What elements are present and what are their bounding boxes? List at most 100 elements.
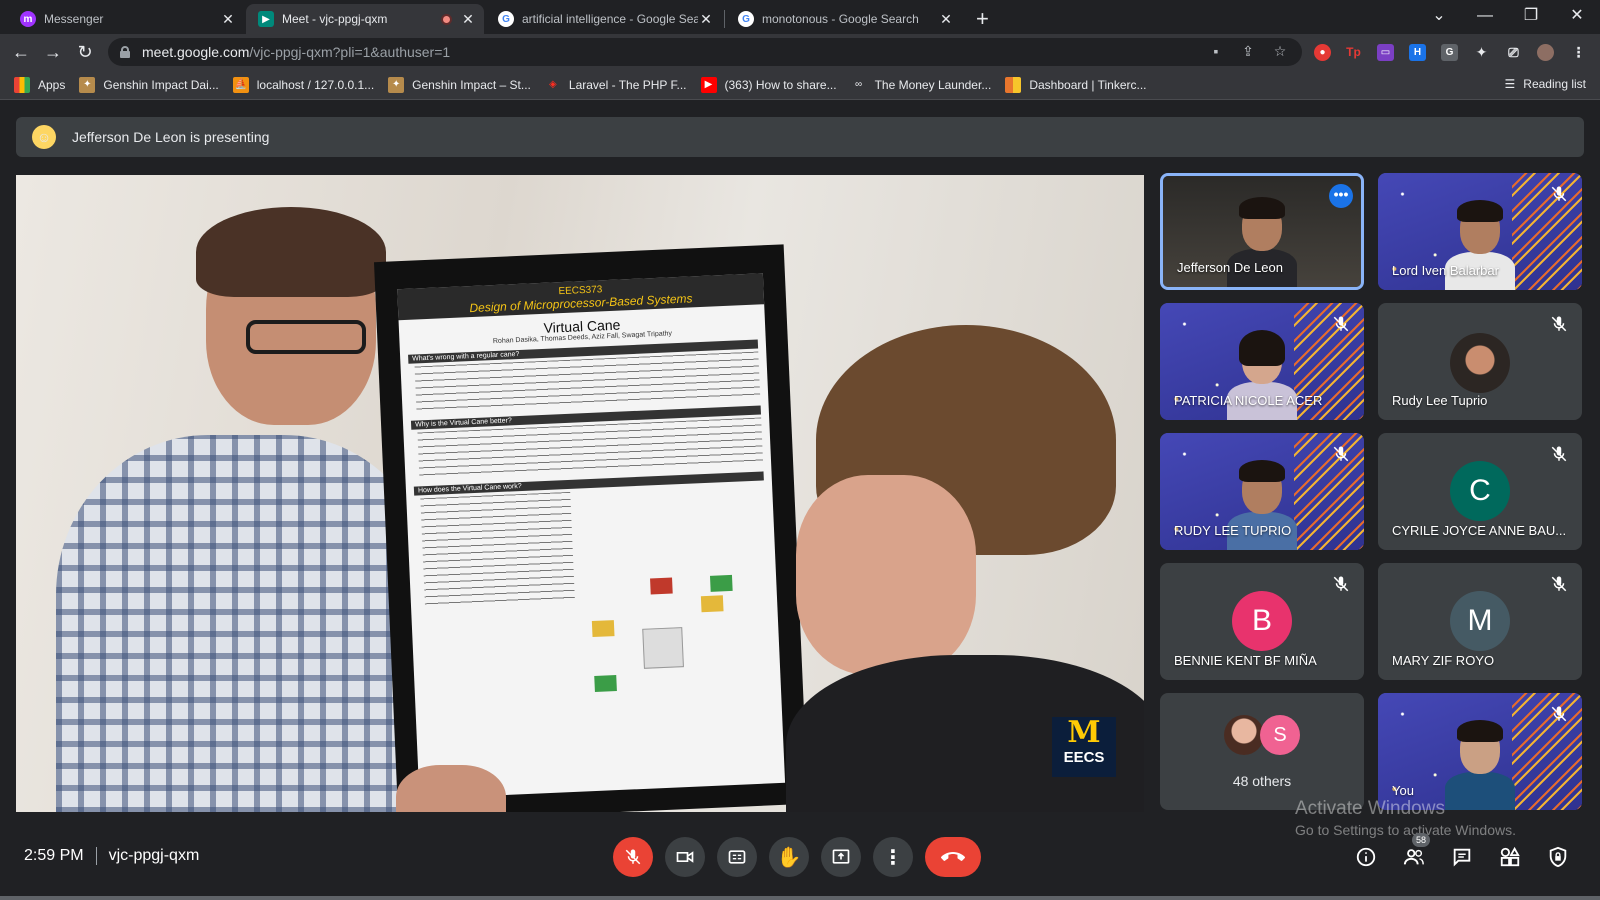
more-options-icon[interactable]: ••• — [1329, 184, 1353, 208]
tab-meet[interactable]: ▶ Meet - vjc-ppgj-qxm ✕ — [246, 4, 484, 34]
participant-tile[interactable]: M MARY ZIF ROYO — [1378, 563, 1582, 680]
poster: EECS373 Design of Microprocessor-Based S… — [373, 244, 809, 812]
leave-call-button[interactable] — [925, 837, 981, 877]
meeting-details-button[interactable] — [1354, 845, 1378, 869]
presenting-banner: ☺ Jefferson De Leon is presenting — [16, 117, 1584, 157]
tab-close-icon[interactable]: ✕ — [460, 11, 476, 28]
closed-captions-icon — [728, 850, 746, 864]
bookmark-youtube[interactable]: ▶ (363) How to share... — [700, 76, 837, 93]
bookmarks-bar: Apps ✦ Genshin Impact Dai... ⛵ localhost /… — [0, 70, 1600, 100]
tab-messenger[interactable]: m Messenger ✕ — [8, 4, 244, 34]
tab-title: Meet - vjc-ppgj-qxm — [282, 12, 388, 26]
participant-tile[interactable]: ••• Jefferson De Leon — [1160, 173, 1364, 290]
mic-off-icon — [1551, 576, 1567, 592]
activities-button[interactable] — [1498, 845, 1522, 869]
more-vert-icon[interactable]: ⋮ — [1570, 44, 1587, 61]
others-count: 48 others — [1232, 773, 1292, 789]
call-end-icon — [941, 852, 965, 861]
minimize-button[interactable]: — — [1462, 2, 1508, 30]
microphone-toggle-button[interactable] — [613, 837, 653, 877]
raise-hand-button[interactable]: ✋ — [769, 837, 809, 877]
participant-tile[interactable]: Rudy Lee Tuprio — [1378, 303, 1582, 420]
others-tile[interactable]: S 48 others — [1160, 693, 1364, 810]
camera-toggle-button[interactable] — [665, 837, 705, 877]
close-window-button[interactable]: ✕ — [1554, 2, 1600, 30]
clock-time: 2:59 PM — [24, 847, 84, 864]
participant-tile[interactable]: B BENNIE KENT BF MIÑA — [1160, 563, 1364, 680]
url-text: meet.google.com/vjc-ppgj-qxm?pli=1&authu… — [142, 44, 451, 60]
recording-indicator-icon — [441, 13, 452, 25]
bookmark-money-launder[interactable]: ∞ The Money Launder... — [851, 77, 991, 93]
camera-in-use-icon[interactable]: ▪ — [1208, 43, 1224, 60]
more-options-button[interactable]: ⋮ — [873, 837, 913, 877]
chat-button[interactable] — [1450, 845, 1474, 869]
tab-google-search-monotonous[interactable]: G monotonous - Google Search ✕ — [726, 4, 962, 34]
apps-grid-icon — [14, 76, 30, 93]
participant-photo-avatar — [1224, 715, 1264, 755]
self-tile[interactable]: You — [1378, 693, 1582, 810]
bookmark-localhost[interactable]: ⛵ localhost / 127.0.0.1... — [232, 76, 374, 93]
forward-arrow-icon[interactable]: → — [40, 39, 66, 65]
mic-off-icon — [1333, 576, 1349, 592]
reload-icon[interactable]: ↻ — [72, 39, 98, 65]
extension-shield-icon[interactable]: H — [1409, 44, 1426, 61]
back-arrow-icon[interactable]: ← — [8, 39, 34, 65]
address-bar[interactable]: meet.google.com/vjc-ppgj-qxm?pli=1&authu… — [108, 38, 1302, 66]
info-icon — [1356, 847, 1376, 867]
browser-toolbar: ← → ↻ meet.google.com/vjc-ppgj-qxm?pli=1… — [0, 34, 1600, 70]
extension-purple-icon[interactable]: ▭ — [1377, 44, 1394, 61]
bookmark-laravel[interactable]: ◈ Laravel - The PHP F... — [545, 77, 686, 93]
people-button[interactable] — [1402, 845, 1426, 869]
tab-title: monotonous - Google Search — [762, 12, 919, 26]
poster-diagram — [590, 574, 745, 701]
extension-tp-icon[interactable]: Tp — [1345, 44, 1362, 61]
participant-tile[interactable]: PATRICIA NICOLE ACER — [1160, 303, 1364, 420]
participant-photo-avatar — [1450, 333, 1510, 393]
tab-search-dropdown-icon[interactable]: ⌄ — [1416, 2, 1462, 30]
genshin-icon: ✦ — [388, 76, 405, 93]
new-tab-button[interactable]: + — [976, 6, 989, 32]
mic-off-icon — [1551, 446, 1567, 462]
extensions-puzzle-icon[interactable]: ✦ — [1473, 44, 1490, 61]
tab-close-icon[interactable]: ✕ — [698, 11, 714, 28]
tab-close-icon[interactable]: ✕ — [220, 11, 236, 28]
tab-strip: m Messenger ✕ ▶ Meet - vjc-ppgj-qxm ✕ G … — [0, 0, 1600, 34]
meeting-controls-bar: 2:59 PM vjc-ppgj-qxm ✋ ⋮ 58 — [0, 817, 1600, 900]
bookmark-tinkercad[interactable]: Dashboard | Tinkerc... — [1005, 76, 1147, 93]
profile-avatar[interactable] — [1537, 44, 1554, 61]
restore-button[interactable]: ❐ — [1508, 2, 1554, 30]
reading-list-button[interactable]: ☰ Reading list — [1505, 77, 1586, 91]
participant-tile[interactable]: Lord Iven Balarbar — [1378, 173, 1582, 290]
presentation-stage[interactable]: EECS373 Design of Microprocessor-Based S… — [16, 175, 1144, 812]
divider — [95, 847, 97, 865]
eecs-logo: M EECS — [1052, 717, 1116, 777]
participant-tile[interactable]: RUDY LEE TUPRIO — [1160, 433, 1364, 550]
more-vert-icon: ⋮ — [883, 846, 903, 869]
messenger-icon: m — [20, 11, 36, 27]
videocam-icon — [676, 851, 694, 863]
presenter-avatar: ☺ — [32, 125, 56, 149]
infinity-icon: ∞ — [855, 79, 863, 90]
participant-tile[interactable]: C CYRILE JOYCE ANNE BAU... — [1378, 433, 1582, 550]
participant-name: Rudy Lee Tuprio — [1392, 393, 1488, 408]
bookmark-genshin-daily[interactable]: ✦ Genshin Impact Dai... — [79, 76, 219, 93]
tab-title: Messenger — [44, 12, 104, 26]
hand-icon: ✋ — [776, 846, 802, 869]
tab-close-icon[interactable]: ✕ — [938, 11, 954, 28]
mic-off-icon — [1333, 446, 1349, 462]
participant-name: CYRILE JOYCE ANNE BAU... — [1392, 523, 1567, 538]
host-controls-button[interactable] — [1546, 845, 1570, 869]
captions-button[interactable] — [717, 837, 757, 877]
share-icon[interactable]: ⇪ — [1240, 43, 1256, 60]
extension-g-icon[interactable]: G — [1441, 44, 1458, 61]
present-now-button[interactable] — [821, 837, 861, 877]
lock-icon[interactable] — [120, 46, 130, 58]
bookmark-genshin-st[interactable]: ✦ Genshin Impact – St... — [388, 76, 531, 93]
extension-stop-icon[interactable]: ● — [1314, 44, 1331, 61]
activities-shapes-icon — [1500, 846, 1520, 867]
bookmark-apps[interactable]: Apps — [14, 76, 65, 93]
google-icon: G — [738, 11, 754, 27]
cast-icon[interactable]: ⎚ — [1505, 44, 1522, 61]
tab-google-search-ai[interactable]: G artificial intelligence - Google Searc… — [486, 4, 722, 34]
bookmark-star-icon[interactable]: ☆ — [1272, 43, 1288, 60]
